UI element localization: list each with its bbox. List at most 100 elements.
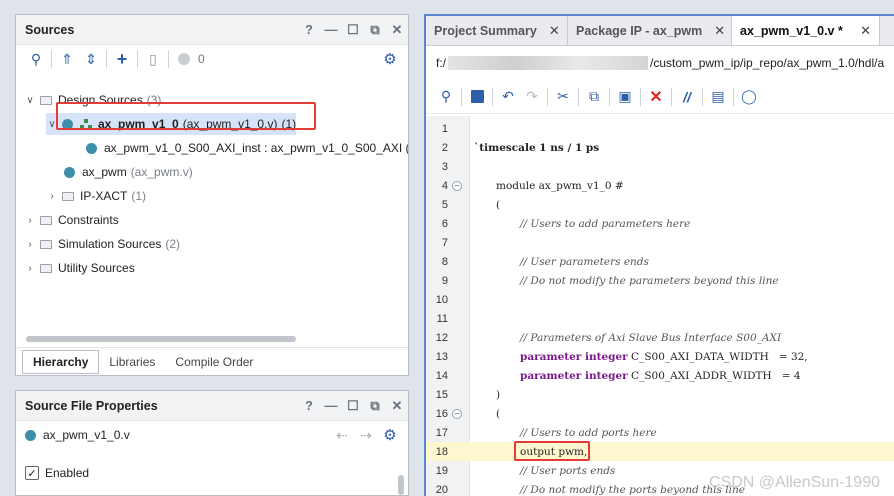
maximize-icon[interactable]: ☐ xyxy=(342,398,364,414)
code-line[interactable]: 5( xyxy=(426,195,894,214)
line-number: 1 xyxy=(441,122,448,135)
code-line[interactable]: 15) xyxy=(426,385,894,404)
tab-libraries[interactable]: Libraries xyxy=(99,351,165,373)
close-tab-icon[interactable]: ✕ xyxy=(714,23,725,39)
tree-item-instance[interactable]: ax_pwm_v1_0_S00_AXI_inst : ax_pwm_v1_0_S… xyxy=(86,137,408,159)
tab-label: Package IP - ax_pwm xyxy=(576,23,703,38)
unknown-file-icon[interactable]: ▯ xyxy=(141,48,165,70)
columns-icon[interactable]: ▤ xyxy=(706,86,730,108)
minimize-icon[interactable]: — xyxy=(320,398,342,413)
gear-icon[interactable]: ⚙ xyxy=(378,48,402,70)
tree-item-top-module[interactable]: ∨ ax_pwm_v1_0 (ax_pwm_v1_0.v) (1) xyxy=(46,113,297,135)
tree-item-design-sources[interactable]: ∨ Design Sources (3) xyxy=(24,89,161,111)
code-line[interactable]: 6 // Users to add parameters here xyxy=(426,214,894,233)
search-icon[interactable]: ⚲ xyxy=(434,86,458,108)
search-icon[interactable]: ⚲ xyxy=(24,48,48,70)
tree-item-ax-pwm[interactable]: ax_pwm (ax_pwm.v) xyxy=(64,161,193,183)
code-line[interactable]: 3 xyxy=(426,157,894,176)
code-line[interactable]: 13 parameter integer C_S00_AXI_DATA_WIDTH… xyxy=(426,347,894,366)
paste-icon[interactable]: ▣ xyxy=(613,86,637,108)
close-icon[interactable]: ✕ xyxy=(386,398,408,414)
code-line[interactable]: 1 xyxy=(426,119,894,138)
float-icon[interactable]: ⧉ xyxy=(364,22,386,38)
maximize-icon[interactable]: ☐ xyxy=(342,22,364,38)
close-tab-icon[interactable]: ✕ xyxy=(860,23,871,39)
lightbulb-icon[interactable]: ◯ xyxy=(737,86,761,108)
top-module-icon xyxy=(80,119,92,129)
chevron-down-icon[interactable]: ∨ xyxy=(46,119,58,130)
chevron-down-icon[interactable]: ∨ xyxy=(24,95,36,106)
scrollbar-thumb[interactable] xyxy=(26,336,296,342)
path-prefix: f:/ xyxy=(436,56,447,70)
line-number: 20 xyxy=(435,483,448,496)
code-line[interactable]: 2 `timescale 1 ns / 1 ps xyxy=(426,138,894,157)
code-text: ( xyxy=(496,407,501,420)
chevron-right-icon[interactable]: › xyxy=(46,191,58,202)
enabled-checkbox[interactable]: ✓ xyxy=(25,466,39,480)
undo-icon[interactable]: ↶ xyxy=(496,86,520,108)
code-text: ( xyxy=(496,198,501,211)
code-line[interactable]: 8 // User parameters ends xyxy=(426,252,894,271)
copy-icon[interactable]: ⧉ xyxy=(582,86,606,108)
delete-icon[interactable]: ✕ xyxy=(644,86,668,108)
minimize-icon[interactable]: — xyxy=(320,22,342,37)
folder-icon xyxy=(40,239,52,249)
code-line[interactable]: 17 // Users to add ports here xyxy=(426,423,894,442)
fold-toggle-icon[interactable]: − xyxy=(452,180,462,191)
tree-item-label: Simulation Sources xyxy=(58,237,162,251)
float-icon[interactable]: ⧉ xyxy=(364,398,386,414)
enabled-label: Enabled xyxy=(45,466,90,480)
tab-project-summary[interactable]: Project Summary ✕ xyxy=(426,16,568,45)
code-line[interactable]: 12 // Parameters of Axi Slave Bus Interfa… xyxy=(426,328,894,347)
tree-item-count: (2) xyxy=(165,237,181,251)
code-line[interactable]: 16− ( xyxy=(426,404,894,423)
code-line[interactable]: 9 // Do not modify the parameters beyond … xyxy=(426,271,894,290)
line-number: 11 xyxy=(436,312,448,325)
collapse-all-icon[interactable]: ⇑ xyxy=(55,48,79,70)
back-arrow-icon[interactable]: ⇠ xyxy=(330,424,354,446)
code-text: parameter integer C_S00_AXI_ADDR_WIDTH =… xyxy=(520,370,801,382)
help-icon[interactable]: ? xyxy=(298,398,320,413)
close-icon[interactable]: ✕ xyxy=(386,22,408,38)
save-icon[interactable] xyxy=(465,86,489,108)
tab-package-ip[interactable]: Package IP - ax_pwm ✕ xyxy=(568,16,732,45)
add-sources-icon[interactable]: + xyxy=(110,48,134,70)
tab-compile-order[interactable]: Compile Order xyxy=(165,351,263,373)
forward-arrow-icon[interactable]: ⇢ xyxy=(354,424,378,446)
chevron-right-icon[interactable]: › xyxy=(24,263,36,274)
tab-ax-pwm-v1-0[interactable]: ax_pwm_v1_0.v * ✕ xyxy=(732,16,880,45)
expand-all-icon[interactable]: ⇕ xyxy=(79,48,103,70)
code-line[interactable]: 19 // User ports ends xyxy=(426,461,894,480)
code-text: ) xyxy=(496,388,501,401)
close-tab-icon[interactable]: ✕ xyxy=(549,23,560,39)
vertical-scrollbar[interactable] xyxy=(398,475,404,495)
code-line[interactable]: 18 output pwm, xyxy=(426,442,894,461)
line-number: 4 xyxy=(441,179,448,192)
comment-icon[interactable]: // xyxy=(675,86,699,108)
code-line[interactable]: 4− module ax_pwm_v1_0 # xyxy=(426,176,894,195)
fold-toggle-icon[interactable]: − xyxy=(452,408,462,419)
tree-item-ipxact[interactable]: › IP-XACT (1) xyxy=(46,185,146,207)
code-line[interactable]: 11 xyxy=(426,309,894,328)
tree-item-simulation-sources[interactable]: › Simulation Sources (2) xyxy=(24,233,180,255)
horizontal-scrollbar[interactable] xyxy=(22,335,404,343)
tab-hierarchy[interactable]: Hierarchy xyxy=(22,349,100,374)
chevron-right-icon[interactable]: › xyxy=(24,215,36,226)
tree-item-utility-sources[interactable]: › Utility Sources xyxy=(24,257,134,279)
redo-icon[interactable]: ↷ xyxy=(520,86,544,108)
folder-icon xyxy=(62,191,74,201)
tree-item-count: (1) xyxy=(131,189,147,203)
code-line[interactable]: 20 // Do not modify the ports beyond this… xyxy=(426,480,894,496)
code-editor[interactable]: CSDN @AllenSun-1990 1 2 `timescale 1 ns / … xyxy=(426,116,894,496)
help-icon[interactable]: ? xyxy=(298,22,320,37)
code-line[interactable]: 14 parameter integer C_S00_AXI_ADDR_WIDTH… xyxy=(426,366,894,385)
chevron-right-icon[interactable]: › xyxy=(24,239,36,250)
properties-file-row: ax_pwm_v1_0.v ⇠ ⇢ ⚙ xyxy=(16,421,408,449)
cut-icon[interactable]: ✂ xyxy=(551,86,575,108)
gear-icon[interactable]: ⚙ xyxy=(378,424,402,446)
tree-item-constraints[interactable]: › Constraints xyxy=(24,209,118,231)
code-keyword: parameter integer xyxy=(520,350,628,363)
code-line[interactable]: 7 xyxy=(426,233,894,252)
properties-panel: Source File Properties ? — ☐ ⧉ ✕ ax_pwm_… xyxy=(15,390,409,496)
code-line[interactable]: 10 xyxy=(426,290,894,309)
